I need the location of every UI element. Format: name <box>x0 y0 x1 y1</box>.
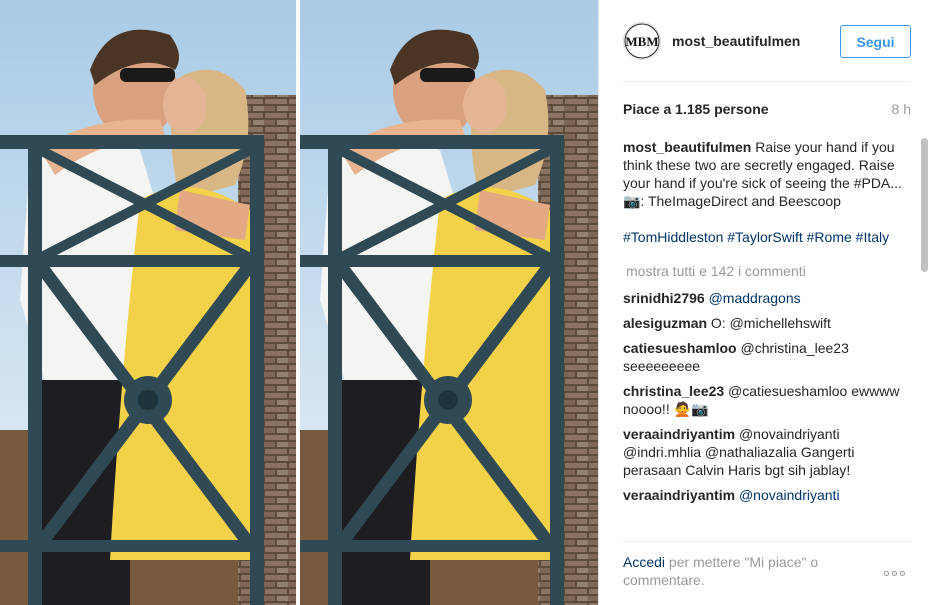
scrollbar-thumb[interactable] <box>921 138 928 272</box>
load-more-comments[interactable]: mostra tutti e 142 i commenti <box>626 262 915 280</box>
footer-divider <box>623 541 911 542</box>
comment-username[interactable]: christina_lee23 <box>623 383 724 399</box>
more-options-icon[interactable] <box>884 563 912 576</box>
post-photo[interactable] <box>0 0 598 605</box>
list-item: veraaindriyantim @novaindriyanti @indri.… <box>623 425 915 479</box>
post-side-panel: MBM most_beautifulmen Segui Piace a 1.18… <box>598 0 937 605</box>
login-prompt: Accedi per mettere "Mi piace" o commenta… <box>623 553 863 589</box>
list-item: veraaindriyantim @novaindriyanti <box>623 486 915 504</box>
list-item: catiesueshamloo @christina_lee23 seeeeee… <box>623 339 915 375</box>
login-link[interactable]: Accedi <box>623 554 665 570</box>
brand-logo-icon: MBM <box>624 23 660 59</box>
svg-text:MBM: MBM <box>625 34 658 49</box>
post-header: MBM most_beautifulmen Segui <box>599 0 937 82</box>
comments-list[interactable]: most_beautifulmen Raise your hand if you… <box>623 138 915 536</box>
comment-text[interactable]: @novaindriyanti <box>739 487 840 503</box>
comment-username[interactable]: veraaindriyantim <box>623 426 735 442</box>
comment-text: O: @michellehswift <box>710 315 831 331</box>
likes-row: Piace a 1.185 persone 8 h <box>623 101 911 117</box>
comment-username[interactable]: srinidhi2796 <box>623 290 705 306</box>
follow-button[interactable]: Segui <box>840 25 911 58</box>
list-item: christina_lee23 @catiesueshamloo ewwww n… <box>623 382 915 418</box>
post-photo-illustration <box>0 0 598 605</box>
comment-username[interactable]: catiesueshamloo <box>623 340 737 356</box>
likes-count[interactable]: Piace a 1.185 persone <box>623 101 769 117</box>
caption-hashtags: #TomHiddleston #TaylorSwift #Rome #Italy <box>623 228 915 246</box>
header-divider <box>623 81 911 82</box>
list-item: srinidhi2796 @maddragons <box>623 289 915 307</box>
hashtag-links[interactable]: #TomHiddleston #TaylorSwift #Rome #Italy <box>623 229 889 245</box>
post-timestamp[interactable]: 8 h <box>892 101 911 117</box>
comments-scrollbar[interactable] <box>920 138 929 536</box>
comment-username[interactable]: alesiguzman <box>623 315 707 331</box>
comment-text[interactable]: @maddragons <box>709 290 801 306</box>
list-item: alesiguzman O: @michellehswift <box>623 314 915 332</box>
avatar[interactable]: MBM <box>623 22 661 60</box>
post-author-username[interactable]: most_beautifulmen <box>672 33 800 49</box>
post-caption: most_beautifulmen Raise your hand if you… <box>623 138 915 210</box>
comment-username[interactable]: veraaindriyantim <box>623 487 735 503</box>
caption-username[interactable]: most_beautifulmen <box>623 139 751 155</box>
